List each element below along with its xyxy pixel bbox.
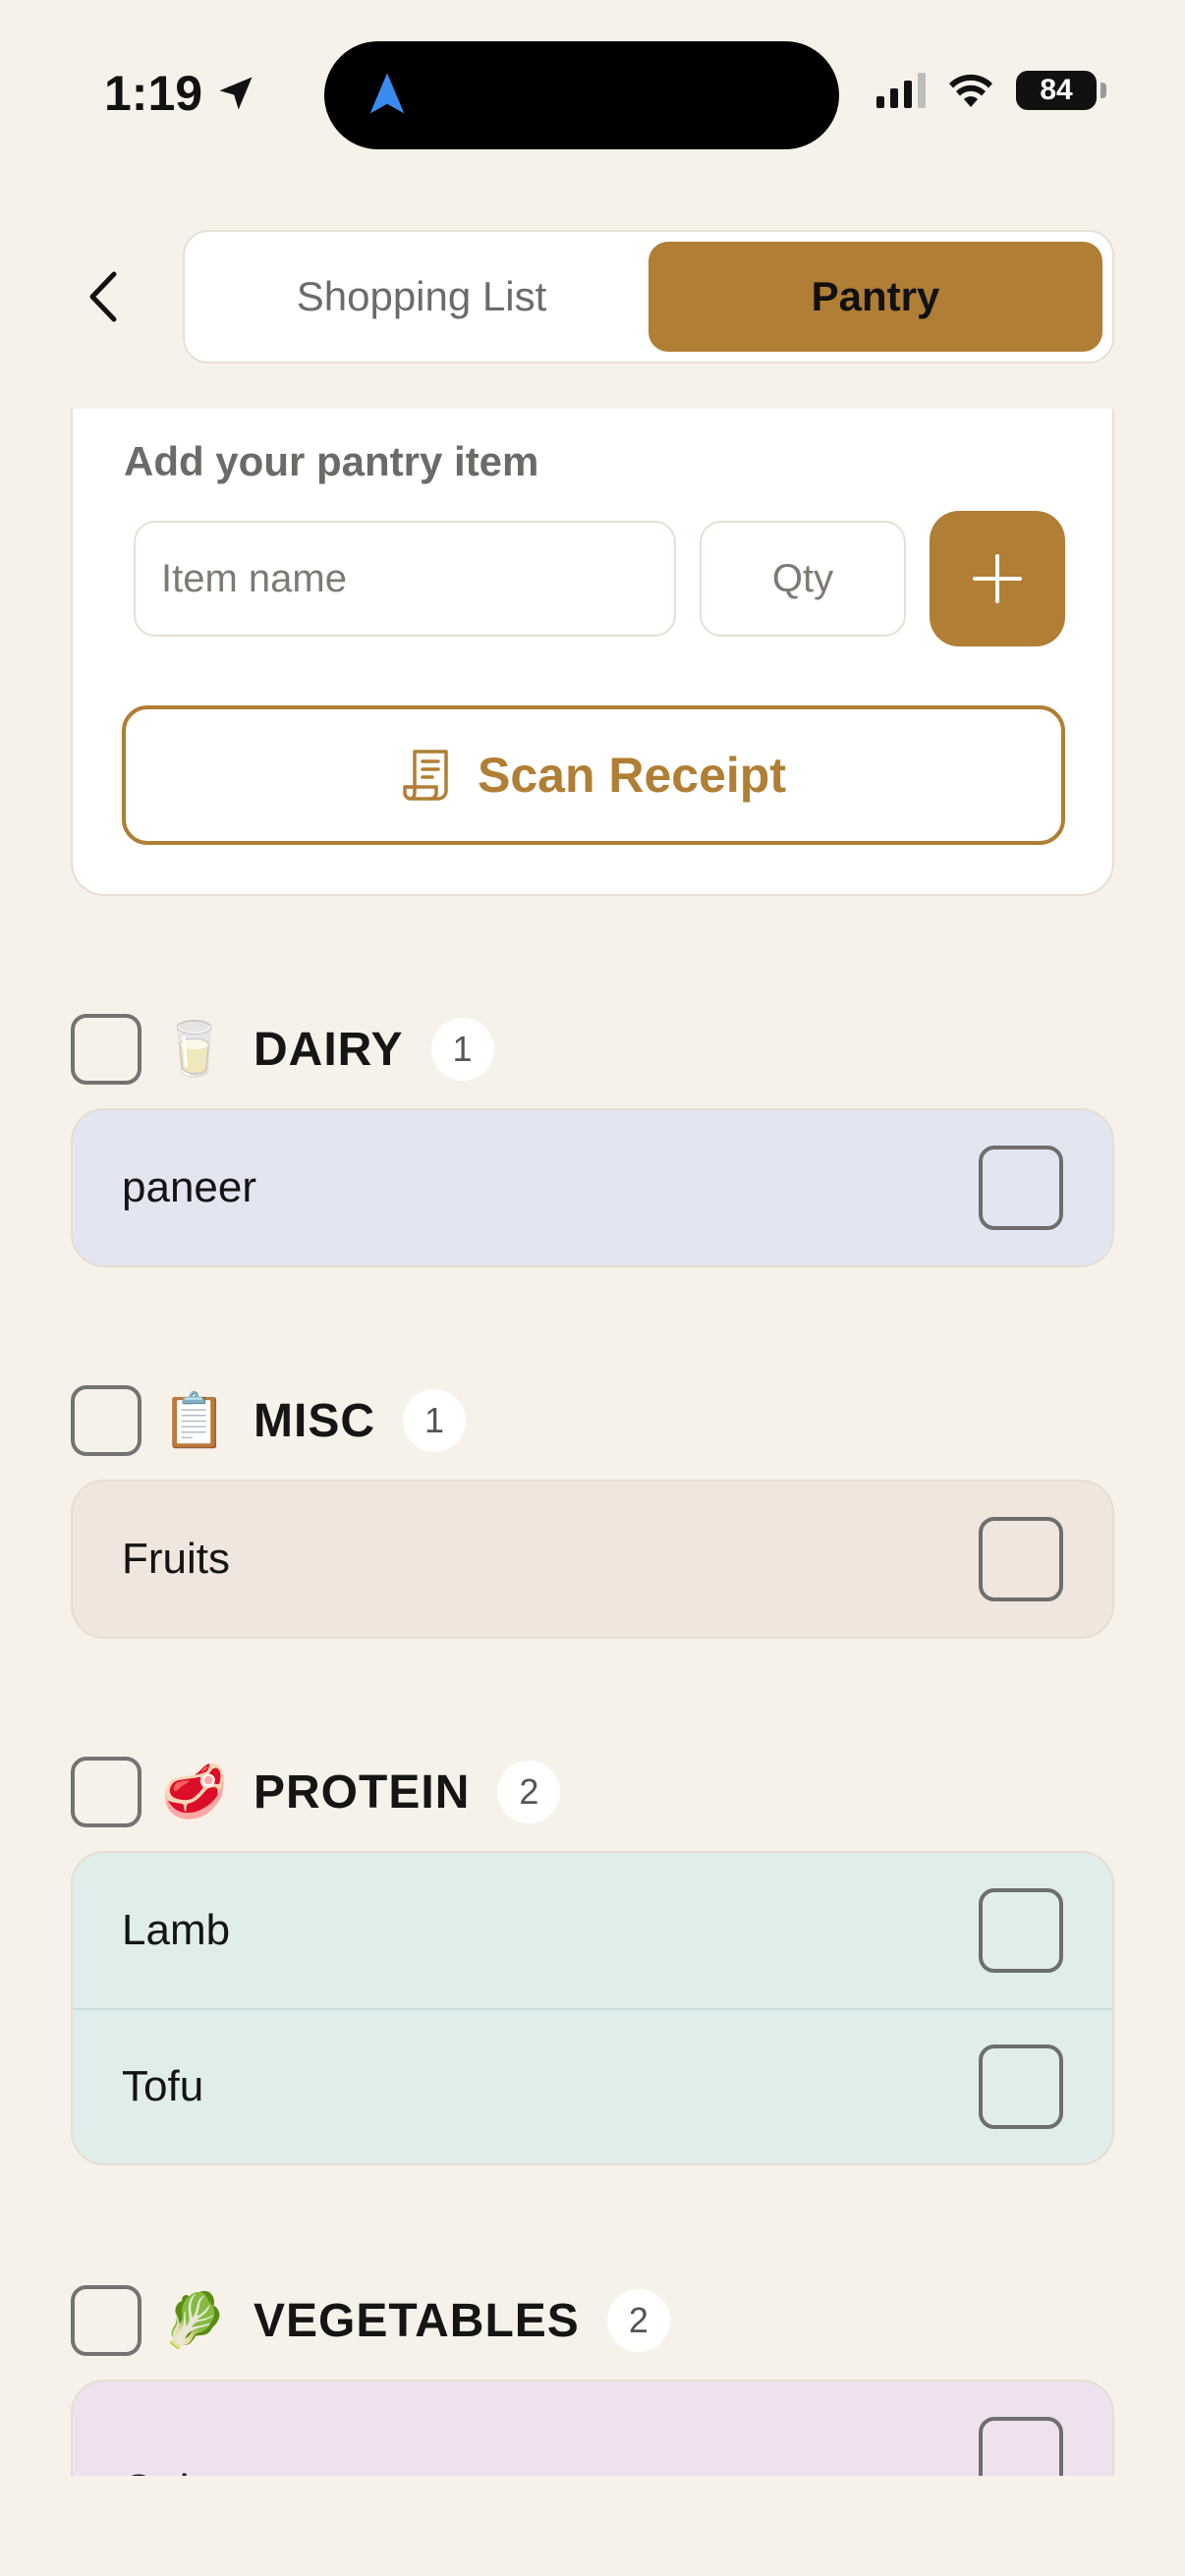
category-count-protein: 2	[497, 1761, 561, 1823]
item-name: Tofu	[122, 2062, 204, 2110]
plus-icon	[973, 554, 1022, 603]
tab-pantry[interactable]: Pantry	[649, 242, 1102, 352]
category-title-misc: MISC	[254, 1394, 375, 1447]
bottom-safe-area	[0, 2476, 1185, 2576]
category-checkbox-protein[interactable]	[71, 1757, 141, 1827]
category-title-vegetables: VEGETABLES	[254, 2294, 580, 2347]
add-pantry-card: Add your pantry item Scan Receipt	[71, 409, 1114, 896]
list-item[interactable]: Fruits	[73, 1482, 1112, 1637]
category-count-misc: 1	[403, 1389, 466, 1452]
category-items-misc: Fruits	[71, 1480, 1114, 1639]
scan-receipt-label: Scan Receipt	[477, 748, 786, 803]
scan-receipt-button[interactable]: Scan Receipt	[122, 705, 1065, 845]
leafy-greens-icon: 🥬	[161, 2290, 228, 2350]
location-arrow-icon	[219, 77, 253, 110]
item-name: paneer	[122, 1163, 257, 1211]
category-checkbox-vegetables[interactable]	[71, 2285, 141, 2356]
milk-glass-icon: 🥛	[161, 1019, 228, 1079]
category-title-dairy: DAIRY	[254, 1023, 404, 1076]
meat-icon: 🥩	[161, 1762, 228, 1821]
item-checkbox[interactable]	[979, 2044, 1063, 2129]
item-name: Lamb	[122, 1906, 231, 1954]
wifi-icon	[947, 72, 994, 109]
category-count-vegetables: 2	[606, 2289, 670, 2352]
receipt-icon	[403, 750, 448, 801]
tab-shopping-list[interactable]: Shopping List	[195, 242, 649, 352]
view-toggle: Shopping List Pantry	[183, 230, 1114, 364]
back-button[interactable]	[79, 265, 128, 328]
list-item[interactable]: Lamb	[73, 1853, 1112, 2008]
category-count-dairy: 1	[430, 1018, 494, 1081]
add-item-button[interactable]	[930, 511, 1065, 646]
category-checkbox-dairy[interactable]	[71, 1014, 141, 1085]
clipboard-icon: 📋	[161, 1390, 228, 1450]
cellular-signal-icon	[876, 73, 926, 108]
category-header-dairy: 🥛 DAIRY 1	[71, 1014, 494, 1085]
list-item[interactable]: Tofu	[73, 2008, 1112, 2163]
battery-icon: 84	[1016, 71, 1106, 110]
item-checkbox[interactable]	[979, 1146, 1063, 1230]
item-name-input[interactable]	[134, 521, 676, 637]
status-bar: 1:19 84	[0, 0, 1185, 187]
category-header-misc: 📋 MISC 1	[71, 1385, 466, 1456]
category-items-dairy: paneer	[71, 1108, 1114, 1267]
status-time: 1:19	[104, 65, 257, 122]
category-header-protein: 🥩 PROTEIN 2	[71, 1757, 561, 1827]
battery-level: 84	[1040, 74, 1073, 106]
navigation-arrow-icon	[369, 73, 405, 114]
add-pantry-title: Add your pantry item	[124, 438, 539, 484]
item-name: Fruits	[122, 1535, 230, 1583]
category-items-protein: Lamb Tofu	[71, 1851, 1114, 2165]
status-icons: 84	[876, 71, 1106, 110]
status-time-text: 1:19	[104, 66, 203, 121]
item-checkbox[interactable]	[979, 1517, 1063, 1601]
category-title-protein: PROTEIN	[254, 1765, 471, 1819]
quantity-input[interactable]	[700, 521, 906, 637]
item-checkbox[interactable]	[979, 1888, 1063, 1973]
category-header-vegetables: 🥬 VEGETABLES 2	[71, 2285, 670, 2356]
chevron-left-icon	[89, 271, 117, 322]
list-item[interactable]: paneer	[73, 1110, 1112, 1265]
dynamic-island	[324, 41, 839, 149]
category-checkbox-misc[interactable]	[71, 1385, 141, 1456]
